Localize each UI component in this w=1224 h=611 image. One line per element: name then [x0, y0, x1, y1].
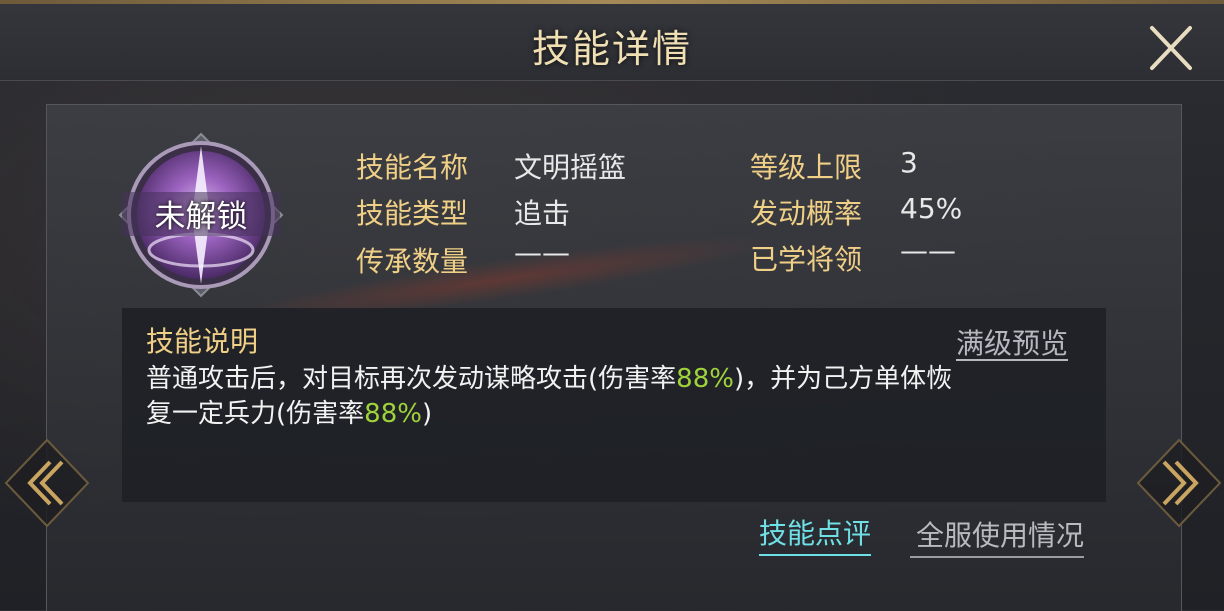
learned-generals-label: 已学将领 — [750, 243, 863, 276]
server-usage-link[interactable]: 全服使用情况 — [910, 514, 1085, 558]
description-text-segment: )，并为己方单体恢 — [733, 364, 953, 394]
description-text-segment: 普通攻击后，对目标再次发动谋略攻击(伤害率 — [146, 364, 677, 394]
inherit-count-value: —— — [514, 236, 570, 269]
description-line-2: 复一定兵力(伤害率88%) — [146, 397, 1096, 432]
level-cap-value: 3 — [900, 146, 918, 179]
close-icon — [1150, 26, 1192, 70]
description-text-segment: 复一定兵力(伤害率 — [146, 399, 365, 429]
max-level-preview-link[interactable]: 满级预览 — [956, 322, 1068, 362]
damage-rate-highlight: 88% — [364, 399, 422, 429]
chevron-right-double-icon — [1136, 438, 1222, 528]
inherit-count-label: 传承数量 — [356, 245, 469, 278]
description-text-segment: ) — [421, 399, 433, 429]
skill-type-label: 技能类型 — [356, 197, 469, 230]
chevron-left-double-icon — [4, 438, 90, 528]
level-cap-label: 等级上限 — [750, 151, 863, 184]
description-text: 普通攻击后，对目标再次发动谋略攻击(伤害率88%)，并为己方单体恢 复一定兵力(… — [146, 362, 1096, 432]
trigger-rate-label: 发动概率 — [750, 197, 863, 230]
damage-rate-highlight: 88% — [676, 364, 734, 394]
description-title: 技能说明 — [146, 325, 259, 358]
skill-type-value: 追击 — [514, 197, 571, 230]
trigger-rate-value: 45% — [900, 192, 963, 225]
next-skill-button[interactable] — [1136, 438, 1222, 528]
skill-name-value: 文明摇篮 — [514, 151, 627, 184]
close-button[interactable] — [1146, 24, 1196, 72]
page-title: 技能详情 — [531, 27, 692, 71]
header-bar: 技能详情 — [0, 4, 1224, 81]
skill-review-link[interactable]: 技能点评 — [759, 512, 872, 556]
prev-skill-button[interactable] — [4, 438, 90, 528]
skill-status-label: 未解锁 — [154, 199, 248, 235]
skill-name-label: 技能名称 — [356, 151, 469, 184]
description-line-1: 普通攻击后，对目标再次发动谋略攻击(伤害率88%)，并为己方单体恢 — [146, 362, 1096, 397]
learned-generals-value: —— — [900, 234, 956, 267]
